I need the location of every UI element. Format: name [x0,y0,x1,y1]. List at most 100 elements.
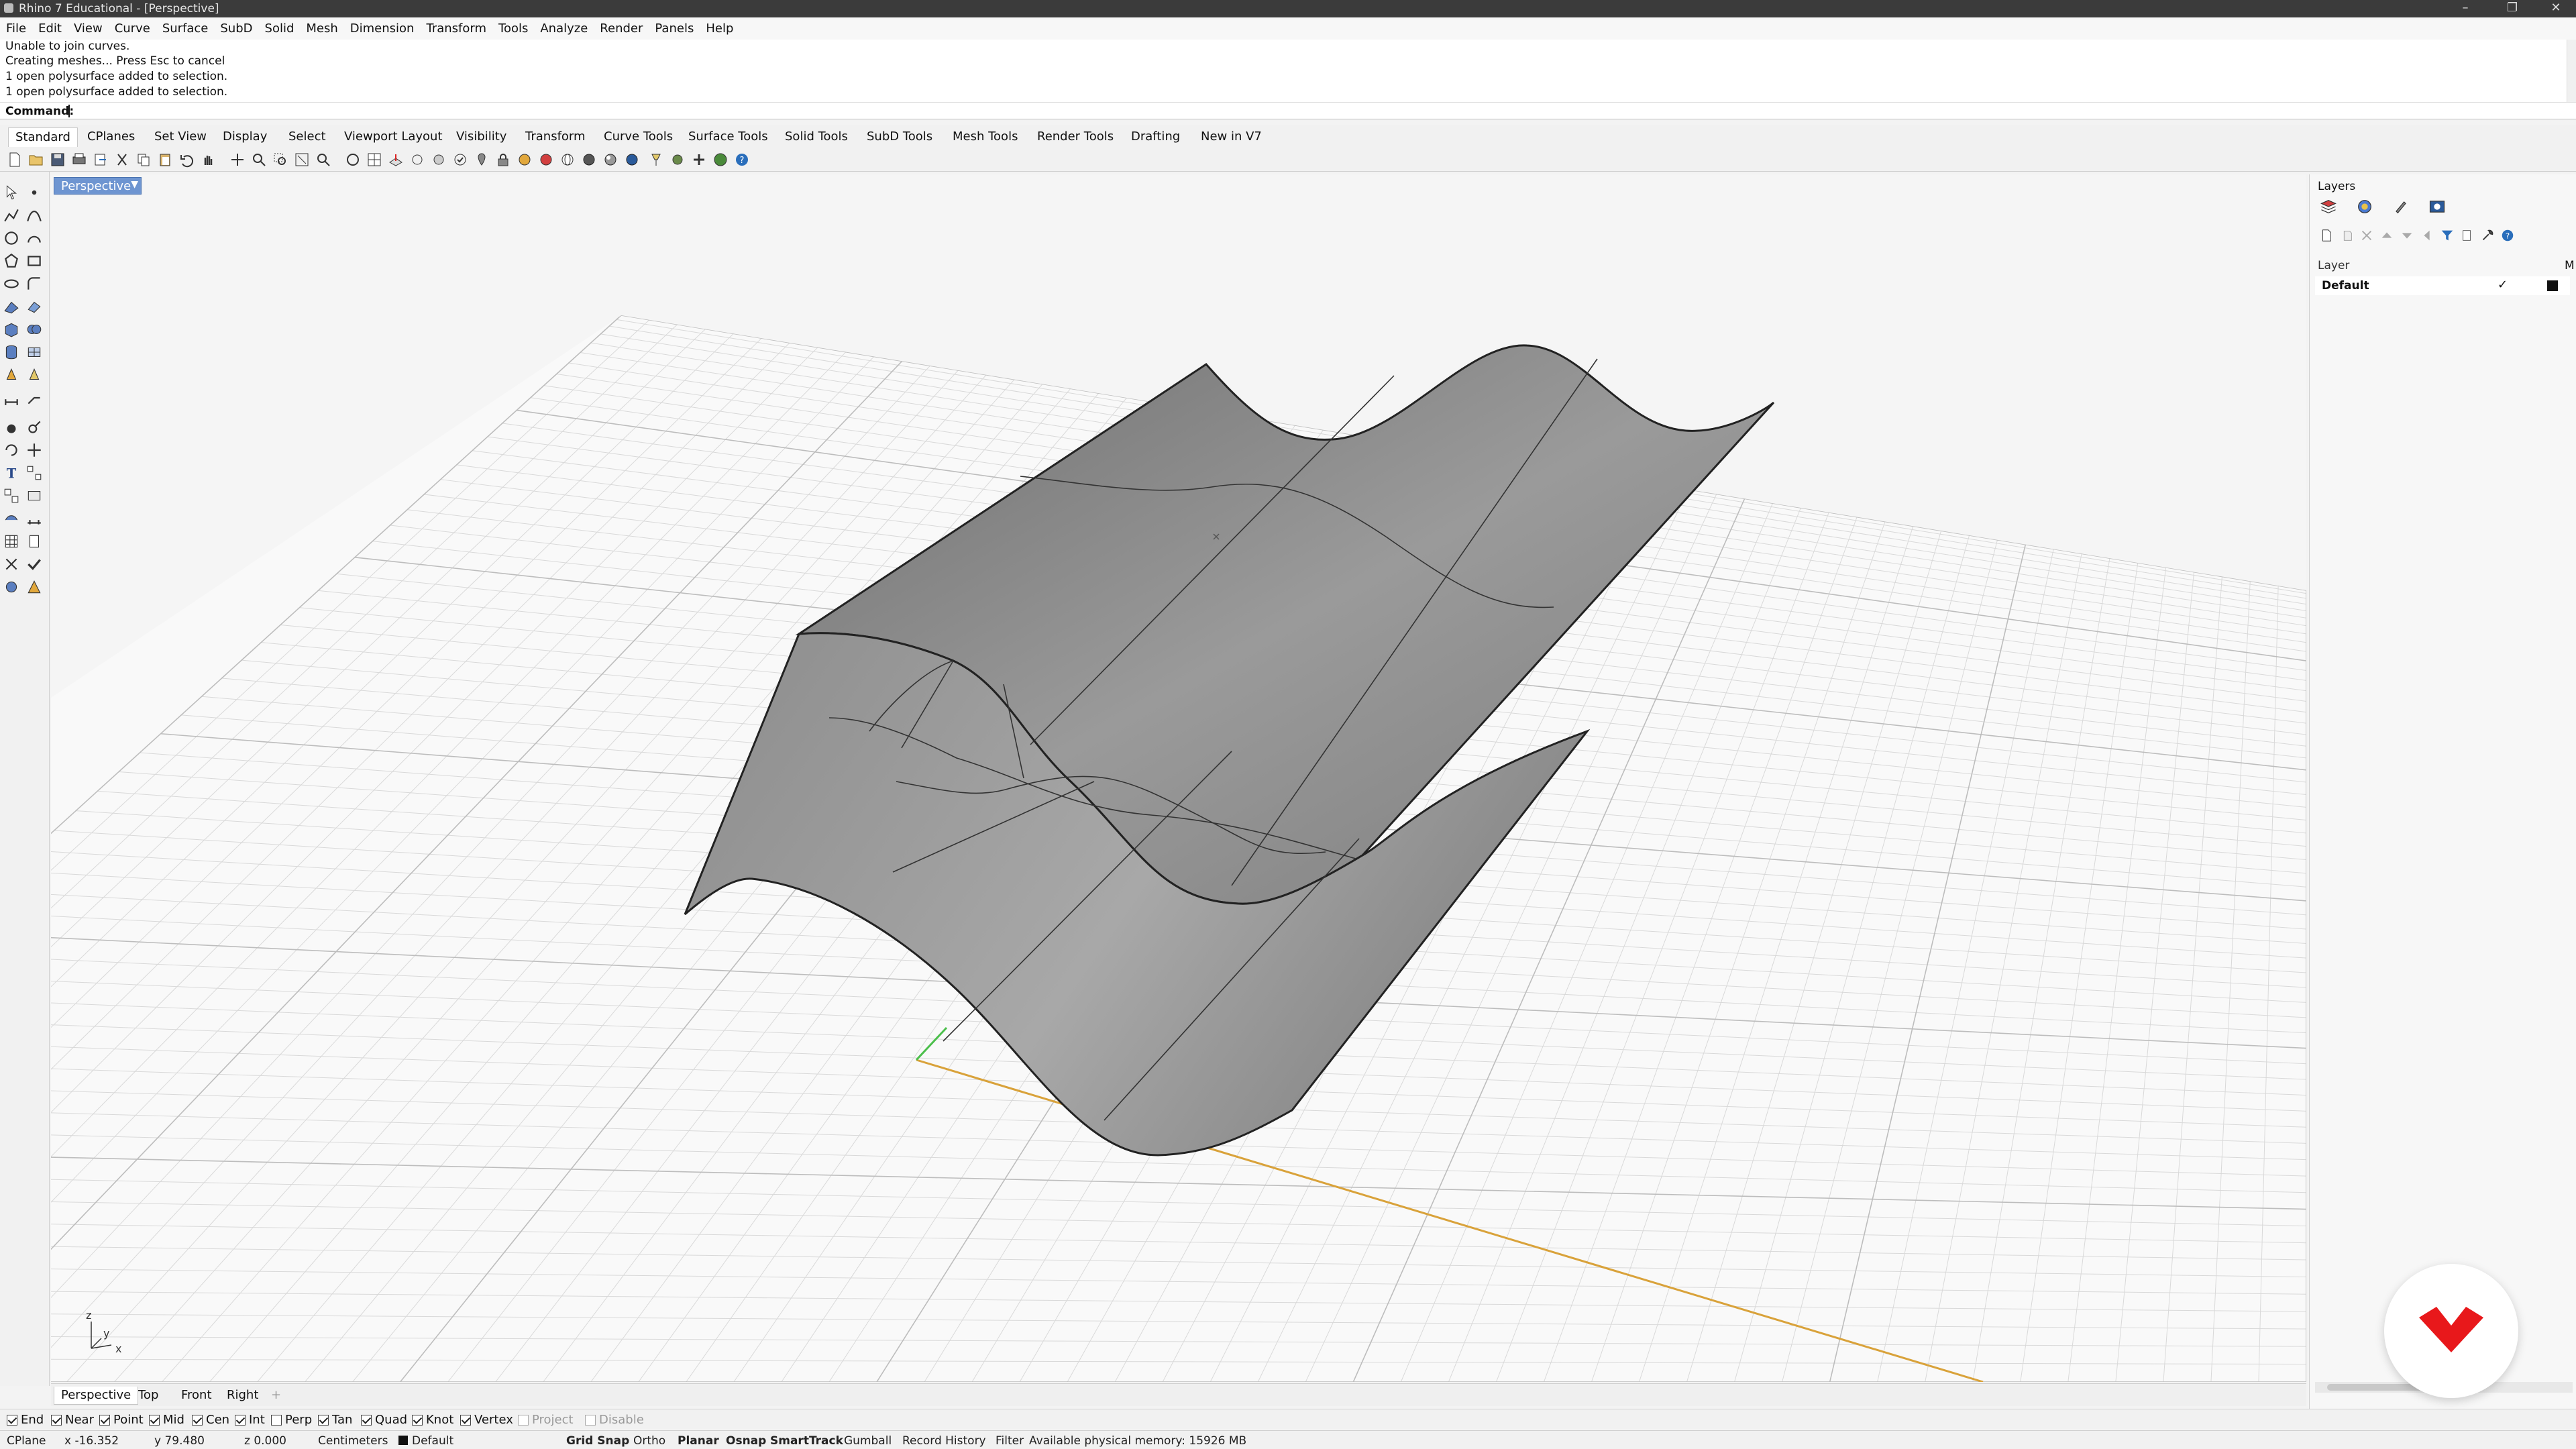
tab-subd-tools[interactable]: SubD Tools [860,127,939,146]
distance-icon[interactable] [25,510,43,527]
cplane-icon[interactable] [388,152,404,168]
menu-view[interactable]: View [68,17,109,40]
polyline-icon[interactable] [3,207,20,224]
box-icon[interactable] [3,321,20,338]
undo-view-icon[interactable] [345,152,361,168]
osnap-knot[interactable]: Knot [412,1413,453,1427]
import-icon[interactable] [93,152,109,168]
help-icon[interactable]: ? [734,152,750,168]
add-viewport-tab-icon[interactable]: + [264,1387,288,1404]
menu-tools[interactable]: Tools [492,17,534,40]
tab-transform[interactable]: Transform [519,127,592,146]
status-units[interactable]: Centimeters [318,1434,388,1448]
tab-viewport-layout[interactable]: Viewport Layout [337,127,449,146]
render-icon[interactable] [624,152,640,168]
pane-grid-snap[interactable]: Grid Snap [566,1434,629,1448]
block-icon[interactable] [25,487,43,504]
zoom-selected-icon[interactable] [315,152,331,168]
vp-tab-front[interactable]: Front [174,1387,219,1404]
menu-solid[interactable]: Solid [259,17,301,40]
point-icon[interactable] [25,184,43,201]
scale-icon[interactable] [25,419,43,436]
options-icon[interactable] [691,152,707,168]
tab-select[interactable]: Select [282,127,333,146]
pane-osnap[interactable]: Osnap [726,1434,766,1448]
menu-subd[interactable]: SubD [214,17,258,40]
layer-states-icon[interactable] [2460,228,2475,243]
history-icon[interactable] [3,555,20,573]
restore-icon[interactable]: ❐ [2489,0,2536,17]
pane-ortho[interactable]: Ortho [633,1434,665,1448]
properties-tab-icon[interactable] [2355,197,2374,216]
vp-tab-top[interactable]: Top [131,1387,165,1404]
tab-solid-tools[interactable]: Solid Tools [778,127,855,146]
layer-name[interactable]: Default [2322,279,2369,292]
osnap-int[interactable]: Int [235,1413,265,1427]
pan-icon[interactable] [200,152,216,168]
arc-icon[interactable] [25,229,43,247]
menu-panels[interactable]: Panels [649,17,700,40]
osnap-int-checkbox[interactable] [235,1414,246,1426]
osnap-perp[interactable]: Perp [271,1413,312,1427]
layer-row-default[interactable]: Default ✓ [2315,276,2570,295]
tab-drafting[interactable]: Drafting [1124,127,1187,146]
osnap-point-checkbox[interactable] [99,1414,110,1426]
pane-gumball[interactable]: Gumball [844,1434,892,1448]
lights-icon[interactable] [3,366,20,384]
fillet-curve-icon[interactable] [25,275,43,292]
menu-transform[interactable]: Transform [420,17,492,40]
osnap-near[interactable]: Near [51,1413,94,1427]
osnap-cen-checkbox[interactable] [192,1414,203,1426]
extrude-surface-icon[interactable] [25,298,43,315]
new-sublayer-icon[interactable] [2339,228,2354,243]
mesh-icon[interactable] [25,343,43,361]
group-icon[interactable] [3,487,20,504]
light-icon[interactable] [648,152,664,168]
tab-curve-tools[interactable]: Curve Tools [597,127,680,146]
grid-icon[interactable] [3,533,20,550]
curve-icon[interactable] [25,207,43,224]
transform-icon[interactable] [3,419,20,436]
material-column-header[interactable]: M [2565,259,2575,272]
osnap-disable-checkbox[interactable] [585,1414,596,1426]
tab-surface-tools[interactable]: Surface Tools [682,127,775,146]
grasshopper-icon[interactable] [669,152,686,168]
osnap-mid[interactable]: Mid [149,1413,184,1427]
vp-tab-perspective[interactable]: Perspective [54,1387,139,1405]
layers-help-icon[interactable]: ? [2500,228,2515,243]
layer-column-header[interactable]: Layer [2318,259,2349,272]
menu-edit[interactable]: Edit [32,17,68,40]
new-file-icon[interactable] [7,152,23,168]
surface-corner-icon[interactable] [3,298,20,315]
zoom-extents-icon[interactable] [294,152,310,168]
lock-icon[interactable] [495,152,511,168]
status-layer[interactable]: Default [412,1434,453,1448]
menu-render[interactable]: Render [594,17,649,40]
paste-icon[interactable] [157,152,173,168]
menu-curve[interactable]: Curve [109,17,156,40]
tab-set-view[interactable]: Set View [148,127,213,146]
shaded-icon[interactable] [581,152,597,168]
osnap-end[interactable]: End [7,1413,44,1427]
render-tools-icon[interactable] [25,366,43,384]
text-icon[interactable]: T [3,464,20,482]
open-file-icon[interactable] [28,152,44,168]
layers-tab-icon[interactable] [2319,197,2338,216]
menu-mesh[interactable]: Mesh [300,17,343,40]
rotate-view-icon[interactable] [229,152,246,168]
layer-color-swatch[interactable] [2547,280,2558,291]
move-layer-out-icon[interactable] [2420,228,2434,243]
menu-dimension[interactable]: Dimension [344,17,421,40]
wireframe-icon[interactable] [559,152,576,168]
move-layer-up-icon[interactable] [2379,228,2394,243]
select-all-icon[interactable] [452,152,468,168]
copy-icon[interactable] [136,152,152,168]
object-properties-icon[interactable] [517,152,533,168]
cylinder-icon[interactable] [3,343,20,361]
history-scrollbar[interactable] [2567,40,2576,105]
cut-icon[interactable] [114,152,130,168]
minimize-icon[interactable]: – [2442,0,2489,17]
check-icon[interactable] [25,555,43,573]
tab-visibility[interactable]: Visibility [449,127,513,146]
osnap-tan-checkbox[interactable] [318,1414,329,1426]
